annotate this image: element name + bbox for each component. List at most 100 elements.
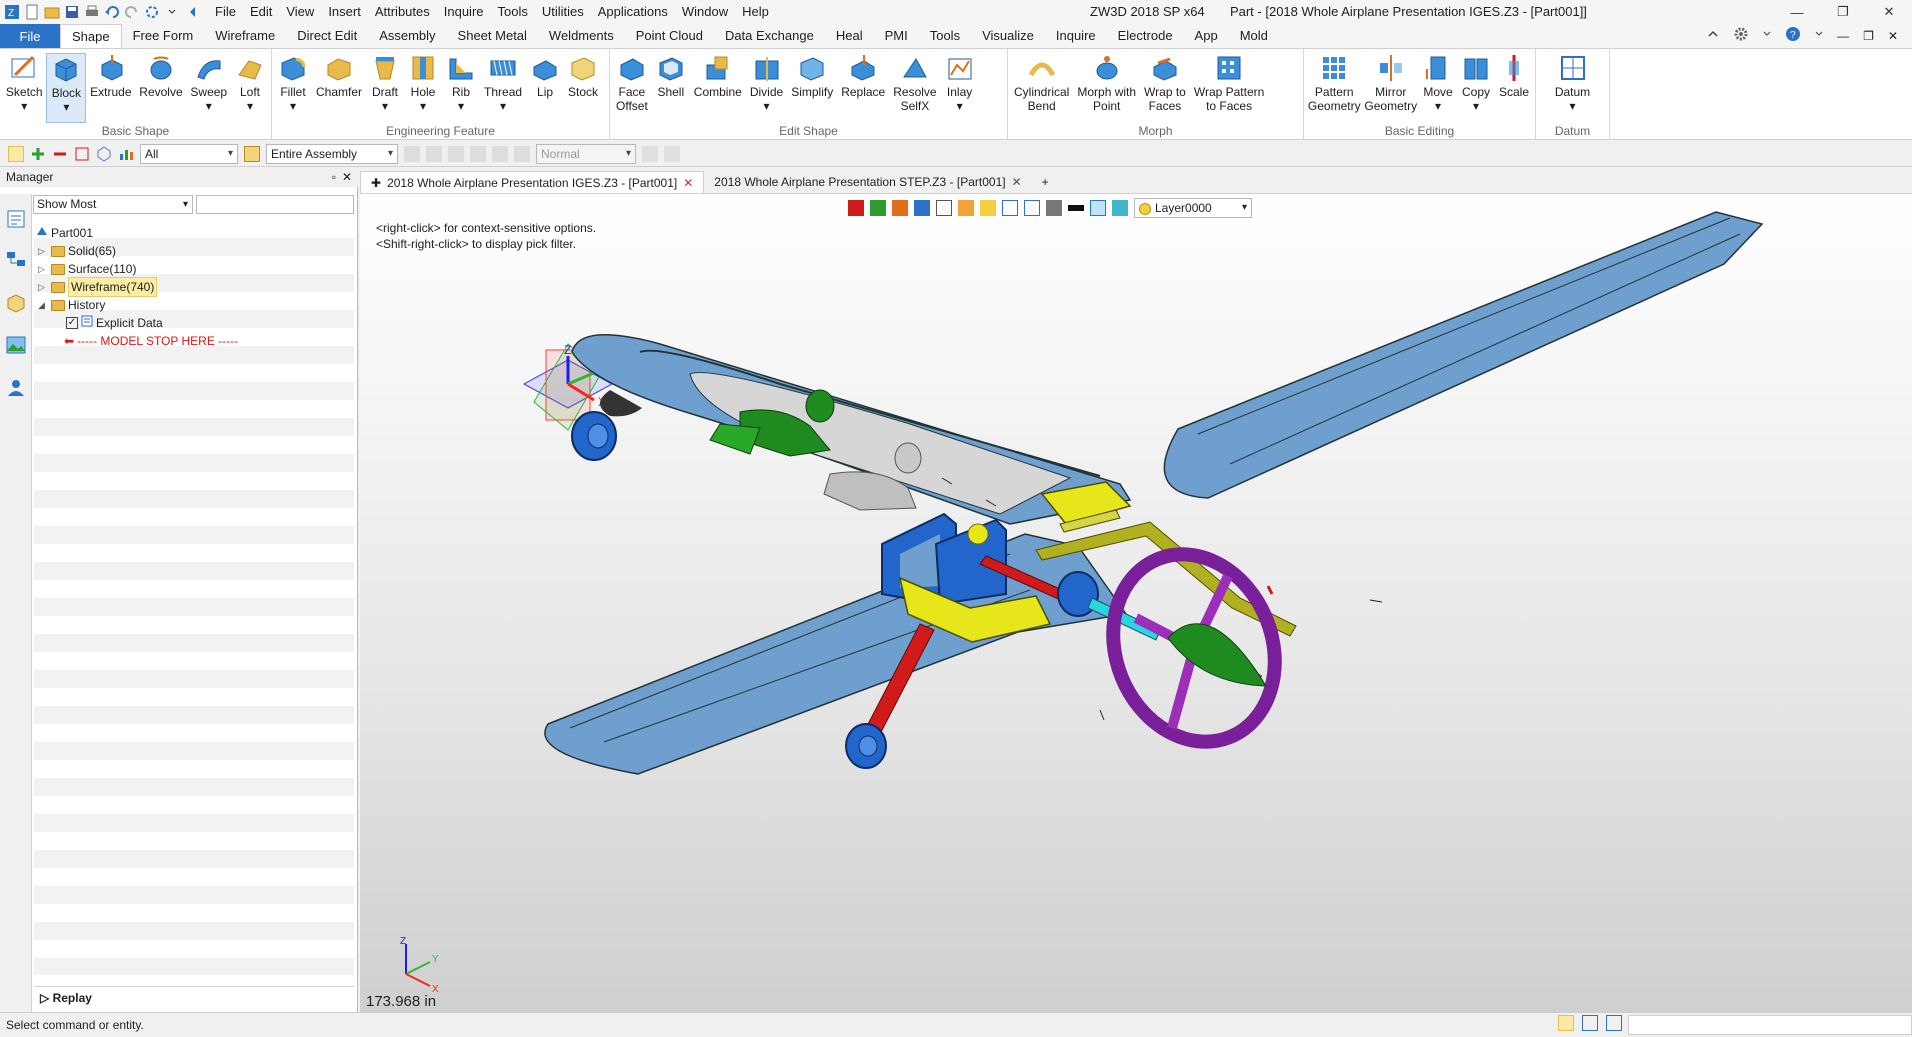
close-doc-icon[interactable]: ✕: [1888, 29, 1898, 43]
pin-icon[interactable]: ▫: [332, 168, 336, 187]
assembly-icon[interactable]: [244, 145, 260, 162]
menu-tools[interactable]: Tools: [491, 0, 535, 24]
tab-tools[interactable]: Tools: [919, 24, 971, 48]
menu-utilities[interactable]: Utilities: [535, 0, 591, 24]
chamfer-button[interactable]: Chamfer: [312, 53, 366, 123]
toolbar-tool-icon[interactable]: [642, 145, 658, 162]
toolbar-tool-icon[interactable]: [492, 145, 508, 162]
tab-app[interactable]: App: [1184, 24, 1229, 48]
close-tab-icon[interactable]: ✕: [1012, 171, 1022, 193]
new-file-icon[interactable]: [24, 4, 40, 20]
scale-button[interactable]: Scale: [1495, 53, 1533, 123]
menu-inquire[interactable]: Inquire: [437, 0, 491, 24]
user-manager-icon[interactable]: [5, 376, 27, 398]
chart-filter-icon[interactable]: [118, 146, 134, 162]
print-icon[interactable]: [84, 4, 100, 20]
remove-icon[interactable]: [52, 146, 68, 162]
tab-inquire[interactable]: Inquire: [1045, 24, 1107, 48]
draft-button[interactable]: Draft ▾: [366, 53, 404, 123]
front-wheel[interactable]: [571, 411, 617, 461]
lip-button[interactable]: Lip: [526, 53, 564, 123]
model-stop-marker[interactable]: ⬅ ----- MODEL STOP HERE -----: [64, 332, 238, 350]
pattern-geometry-button[interactable]: Pattern Geometry: [1306, 53, 1363, 123]
tab-shape[interactable]: Shape: [60, 24, 122, 48]
tab-mold[interactable]: Mold: [1229, 24, 1279, 48]
filter-box-icon[interactable]: [74, 146, 90, 162]
list-toggle-icon[interactable]: [1606, 1015, 1622, 1031]
collapse-icon[interactable]: ◢: [38, 296, 48, 314]
tree-node-root[interactable]: Part001: [36, 224, 93, 242]
inlay-button[interactable]: Inlay ▾: [941, 53, 979, 123]
copy-button[interactable]: Copy ▾: [1457, 53, 1495, 123]
assembly-manager-icon[interactable]: [5, 250, 27, 272]
chevron-down-icon[interactable]: [1815, 28, 1823, 43]
menu-applications[interactable]: Applications: [591, 0, 675, 24]
airplane-model[interactable]: [360, 194, 1912, 1012]
tab-pmi[interactable]: PMI: [874, 24, 919, 48]
divide-button[interactable]: Divide ▾: [746, 53, 787, 123]
tab-data-exchange[interactable]: Data Exchange: [714, 24, 825, 48]
status-input-field[interactable]: [1628, 1015, 1912, 1035]
block-button[interactable]: Block ▾: [46, 53, 87, 123]
cylindrical-bend-button[interactable]: Cylindrical Bend: [1010, 53, 1073, 123]
tree-node-wireframe[interactable]: ▷ Wireframe(740): [38, 277, 158, 297]
assembly-scope-select[interactable]: Entire Assembly: [266, 143, 398, 164]
tree-node-explicit-data[interactable]: ✓ Explicit Data: [66, 314, 163, 332]
chevron-down-icon[interactable]: [164, 4, 180, 20]
part-manager-icon[interactable]: [5, 292, 27, 314]
toolbar-tool-icon[interactable]: [426, 145, 442, 162]
sketch-button[interactable]: Sketch ▾: [2, 53, 46, 123]
combine-button[interactable]: Combine: [690, 53, 746, 123]
resolve-selfx-button[interactable]: Resolve SelfX: [889, 53, 940, 123]
undo-icon[interactable]: [104, 4, 120, 20]
simplify-button[interactable]: Simplify: [787, 53, 837, 123]
toolbar-tool-icon[interactable]: [448, 145, 464, 162]
stock-button[interactable]: Stock: [564, 53, 602, 123]
menu-file[interactable]: File: [208, 0, 243, 24]
manager-search-input[interactable]: [196, 195, 354, 214]
tab-heal[interactable]: Heal: [825, 24, 874, 48]
restore-doc-icon[interactable]: ❐: [1863, 29, 1874, 43]
redo-icon[interactable]: [124, 4, 140, 20]
doc-tab-step[interactable]: 2018 Whole Airplane Presentation STEP.Z3…: [704, 171, 1031, 193]
add-icon[interactable]: [30, 146, 46, 162]
hexagon-icon[interactable]: [96, 145, 112, 162]
replay-section[interactable]: ▷ Replay: [34, 986, 354, 1008]
3d-viewport[interactable]: <right-click> for context-sensitive opti…: [360, 194, 1912, 1012]
revolve-button[interactable]: Revolve: [135, 53, 186, 123]
tab-file[interactable]: File: [0, 24, 60, 48]
tab-electrode[interactable]: Electrode: [1107, 24, 1184, 48]
tree-node-solid[interactable]: ▷ Solid(65): [38, 242, 116, 260]
checkbox-checked-icon[interactable]: ✓: [66, 317, 78, 329]
face-offset-button[interactable]: Face Offset: [612, 53, 652, 123]
selection-filter-select[interactable]: All: [140, 143, 238, 164]
menu-window[interactable]: Window: [675, 0, 735, 24]
toolbar-tool-icon[interactable]: [664, 145, 680, 162]
right-wing[interactable]: [1163, 211, 1764, 499]
settings-gear-icon[interactable]: [1733, 26, 1749, 45]
tab-wireframe[interactable]: Wireframe: [204, 24, 286, 48]
expand-icon[interactable]: ▷: [38, 260, 48, 278]
loft-button[interactable]: Loft ▾: [231, 53, 269, 123]
left-wing[interactable]: [544, 533, 1128, 775]
close-icon[interactable]: ✕: [1866, 0, 1912, 24]
wrap-to-faces-button[interactable]: Wrap to Faces: [1140, 53, 1190, 123]
grid-toggle-icon[interactable]: [1558, 1015, 1574, 1031]
help-icon[interactable]: ?: [1785, 26, 1801, 45]
history-manager-icon[interactable]: [5, 208, 27, 230]
sweep-button[interactable]: Sweep ▾: [187, 53, 231, 123]
toolbar-tool-icon[interactable]: [514, 145, 530, 162]
close-tab-icon[interactable]: ✕: [683, 172, 693, 194]
new-tab-button[interactable]: +: [1032, 171, 1059, 193]
save-icon[interactable]: [64, 4, 80, 20]
expand-icon[interactable]: ▷: [40, 991, 49, 1005]
fillet-button[interactable]: Fillet ▾: [274, 53, 312, 123]
tab-sheet-metal[interactable]: Sheet Metal: [447, 24, 538, 48]
morph-with-point-button[interactable]: Morph with Point: [1073, 53, 1140, 123]
tab-weldments[interactable]: Weldments: [538, 24, 625, 48]
toolbar-tool-icon[interactable]: [404, 145, 420, 162]
display-toggle-icon[interactable]: [1582, 1015, 1598, 1031]
tab-point-cloud[interactable]: Point Cloud: [625, 24, 714, 48]
app-logo-icon[interactable]: Z: [4, 4, 20, 20]
thread-button[interactable]: Thread ▾: [480, 53, 526, 123]
